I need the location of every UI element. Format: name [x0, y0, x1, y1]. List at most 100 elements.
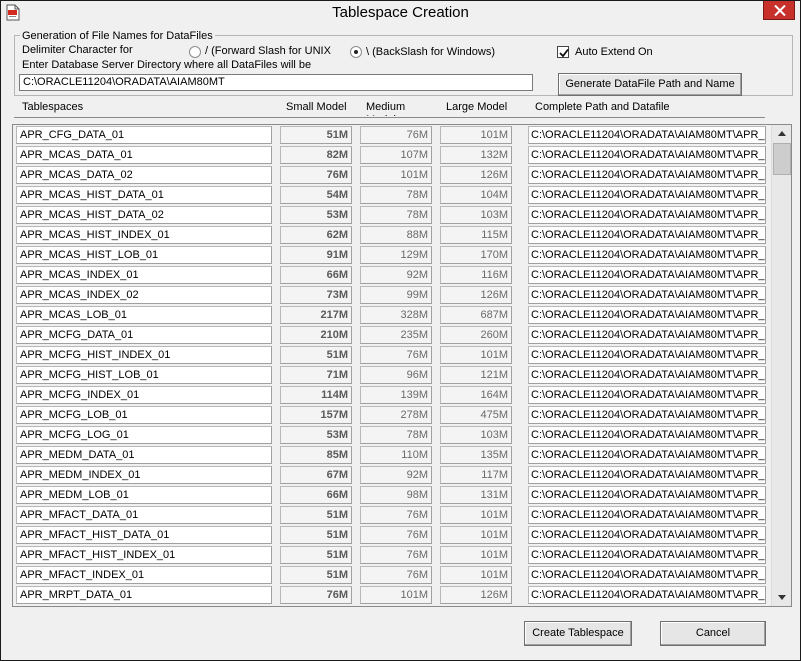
large-model-cell: 170M	[440, 246, 512, 264]
directory-input[interactable]: C:\ORACLE11204\ORADATA\AIAM80MT	[19, 74, 533, 91]
datafile-path-cell[interactable]: C:\ORACLE11204\ORADATA\AIAM80MT\APR_MC	[528, 186, 766, 204]
radio-windows[interactable]	[350, 46, 362, 58]
tablespace-name-cell[interactable]: APR_MCAS_DATA_02	[16, 166, 272, 184]
cancel-button[interactable]: Cancel	[660, 621, 766, 646]
datafile-path-cell[interactable]: C:\ORACLE11204\ORADATA\AIAM80MT\APR_MC	[528, 166, 766, 184]
datafile-path-cell[interactable]: C:\ORACLE11204\ORADATA\AIAM80MT\APR_MC	[528, 206, 766, 224]
create-tablespace-button[interactable]: Create Tablespace	[524, 621, 632, 646]
medium-model-cell: 235M	[360, 326, 432, 344]
large-model-cell: 101M	[440, 546, 512, 564]
medium-model-cell: 76M	[360, 526, 432, 544]
datafile-path-cell[interactable]: C:\ORACLE11204\ORADATA\AIAM80MT\APR_CF	[528, 126, 766, 144]
tablespace-name-cell[interactable]: APR_MEDM_LOB_01	[16, 486, 272, 504]
tablespace-name-cell[interactable]: APR_MCFG_HIST_INDEX_01	[16, 346, 272, 364]
tablespace-name-cell[interactable]: APR_MFACT_INDEX_01	[16, 566, 272, 584]
medium-model-cell: 139M	[360, 386, 432, 404]
medium-model-cell: 78M	[360, 206, 432, 224]
group-legend: Generation of File Names for DataFiles	[20, 30, 215, 42]
small-model-cell: 66M	[280, 266, 352, 284]
tablespace-name-cell[interactable]: APR_MCAS_DATA_01	[16, 146, 272, 164]
large-model-cell: 475M	[440, 406, 512, 424]
large-model-cell: 131M	[440, 486, 512, 504]
tablespace-name-cell[interactable]: APR_MFACT_HIST_INDEX_01	[16, 546, 272, 564]
tablespace-name-cell[interactable]: APR_MFACT_HIST_DATA_01	[16, 526, 272, 544]
tablespace-name-cell[interactable]: APR_MCFG_LOG_01	[16, 426, 272, 444]
large-model-cell: 104M	[440, 186, 512, 204]
tablespace-name-cell[interactable]: APR_MCAS_LOB_01	[16, 306, 272, 324]
radio-unix[interactable]	[189, 46, 201, 58]
tablespace-name-cell[interactable]: APR_MCAS_INDEX_01	[16, 266, 272, 284]
tablespace-name-cell[interactable]: APR_MCAS_HIST_INDEX_01	[16, 226, 272, 244]
window-title: Tablespace Creation	[332, 4, 469, 21]
scroll-thumb[interactable]	[773, 143, 791, 175]
datafile-path-cell[interactable]: C:\ORACLE11204\ORADATA\AIAM80MT\APR_MC	[528, 406, 766, 424]
medium-model-cell: 78M	[360, 426, 432, 444]
datafile-path-cell[interactable]: C:\ORACLE11204\ORADATA\AIAM80MT\APR_MC	[528, 306, 766, 324]
tablespace-name-cell[interactable]: APR_MCAS_HIST_DATA_01	[16, 186, 272, 204]
medium-model-cell: 76M	[360, 566, 432, 584]
tablespace-name-cell[interactable]: APR_MCFG_DATA_01	[16, 326, 272, 344]
medium-model-cell: 76M	[360, 506, 432, 524]
datafile-path-cell[interactable]: C:\ORACLE11204\ORADATA\AIAM80MT\APR_MF	[528, 506, 766, 524]
tablespace-name-cell[interactable]: APR_MCFG_INDEX_01	[16, 386, 272, 404]
medium-model-cell: 76M	[360, 546, 432, 564]
small-model-cell: 114M	[280, 386, 352, 404]
large-model-cell: 260M	[440, 326, 512, 344]
col-header-small: Small Model	[286, 101, 347, 113]
large-model-cell: 687M	[440, 306, 512, 324]
tablespace-name-cell[interactable]: APR_MRPT_DATA_01	[16, 586, 272, 604]
datafile-path-cell[interactable]: C:\ORACLE11204\ORADATA\AIAM80MT\APR_MF	[528, 546, 766, 564]
tablespace-name-cell[interactable]: APR_MEDM_INDEX_01	[16, 466, 272, 484]
small-model-cell: 51M	[280, 566, 352, 584]
tablespace-name-cell[interactable]: APR_MCAS_HIST_LOB_01	[16, 246, 272, 264]
radio-windows-label: \ (BackSlash for Windows)	[366, 46, 495, 58]
datafile-path-cell[interactable]: C:\ORACLE11204\ORADATA\AIAM80MT\APR_MC	[528, 146, 766, 164]
datafile-path-cell[interactable]: C:\ORACLE11204\ORADATA\AIAM80MT\APR_MC	[528, 426, 766, 444]
large-model-cell: 103M	[440, 426, 512, 444]
table-row: APR_MCFG_HIST_LOB_01 71M 96M 121M C:\ORACLE1…	[13, 365, 773, 385]
directory-label: Enter Database Server Directory where al…	[22, 59, 312, 71]
tablespace-name-cell[interactable]: APR_MFACT_DATA_01	[16, 506, 272, 524]
datafile-path-cell[interactable]: C:\ORACLE11204\ORADATA\AIAM80MT\APR_MC	[528, 326, 766, 344]
small-model-cell: 85M	[280, 446, 352, 464]
tablespace-name-cell[interactable]: APR_CFG_DATA_01	[16, 126, 272, 144]
scroll-up-button[interactable]	[772, 125, 792, 142]
tablespace-name-cell[interactable]: APR_MCFG_HIST_LOB_01	[16, 366, 272, 384]
datafile-path-cell[interactable]: C:\ORACLE11204\ORADATA\AIAM80MT\APR_MC	[528, 286, 766, 304]
datafile-path-cell[interactable]: C:\ORACLE11204\ORADATA\AIAM80MT\APR_ME	[528, 446, 766, 464]
small-model-cell: 53M	[280, 206, 352, 224]
datafile-path-cell[interactable]: C:\ORACLE11204\ORADATA\AIAM80MT\APR_ME	[528, 486, 766, 504]
small-model-cell: 51M	[280, 546, 352, 564]
tablespace-name-cell[interactable]: APR_MCFG_LOB_01	[16, 406, 272, 424]
scroll-down-button[interactable]	[772, 589, 792, 606]
tablespace-name-cell[interactable]: APR_MCAS_INDEX_02	[16, 286, 272, 304]
tablespace-name-cell[interactable]: APR_MCAS_HIST_DATA_02	[16, 206, 272, 224]
large-model-cell: 121M	[440, 366, 512, 384]
vertical-scrollbar[interactable]	[771, 125, 791, 606]
datafile-path-cell[interactable]: C:\ORACLE11204\ORADATA\AIAM80MT\APR_ME	[528, 466, 766, 484]
datafile-path-cell[interactable]: C:\ORACLE11204\ORADATA\AIAM80MT\APR_MC	[528, 346, 766, 364]
large-model-cell: 101M	[440, 346, 512, 364]
datafile-path-cell[interactable]: C:\ORACLE11204\ORADATA\AIAM80MT\APR_MR	[528, 586, 766, 604]
generate-datafile-button[interactable]: Generate DataFile Path and Name	[558, 73, 742, 96]
datafile-path-cell[interactable]: C:\ORACLE11204\ORADATA\AIAM80MT\APR_MC	[528, 386, 766, 404]
auto-extend-checkbox[interactable]	[557, 46, 569, 58]
large-model-cell: 101M	[440, 126, 512, 144]
large-model-cell: 101M	[440, 526, 512, 544]
datafile-path-cell[interactable]: C:\ORACLE11204\ORADATA\AIAM80MT\APR_MF	[528, 526, 766, 544]
col-header-medium: Medium Model	[366, 101, 406, 116]
datafile-path-cell[interactable]: C:\ORACLE11204\ORADATA\AIAM80MT\APR_MC	[528, 246, 766, 264]
tablespace-name-cell[interactable]: APR_MEDM_DATA_01	[16, 446, 272, 464]
large-model-cell: 101M	[440, 566, 512, 584]
small-model-cell: 73M	[280, 286, 352, 304]
table-row: APR_MFACT_INDEX_01 51M 76M 101M C:\ORACLE112…	[13, 565, 773, 585]
datafile-path-cell[interactable]: C:\ORACLE11204\ORADATA\AIAM80MT\APR_MC	[528, 226, 766, 244]
small-model-cell: 67M	[280, 466, 352, 484]
close-button[interactable]	[763, 0, 795, 20]
datafile-path-cell[interactable]: C:\ORACLE11204\ORADATA\AIAM80MT\APR_MC	[528, 266, 766, 284]
medium-model-cell: 328M	[360, 306, 432, 324]
large-model-cell: 126M	[440, 166, 512, 184]
datafile-path-cell[interactable]: C:\ORACLE11204\ORADATA\AIAM80MT\APR_MC	[528, 366, 766, 384]
medium-model-cell: 76M	[360, 346, 432, 364]
datafile-path-cell[interactable]: C:\ORACLE11204\ORADATA\AIAM80MT\APR_MF	[528, 566, 766, 584]
